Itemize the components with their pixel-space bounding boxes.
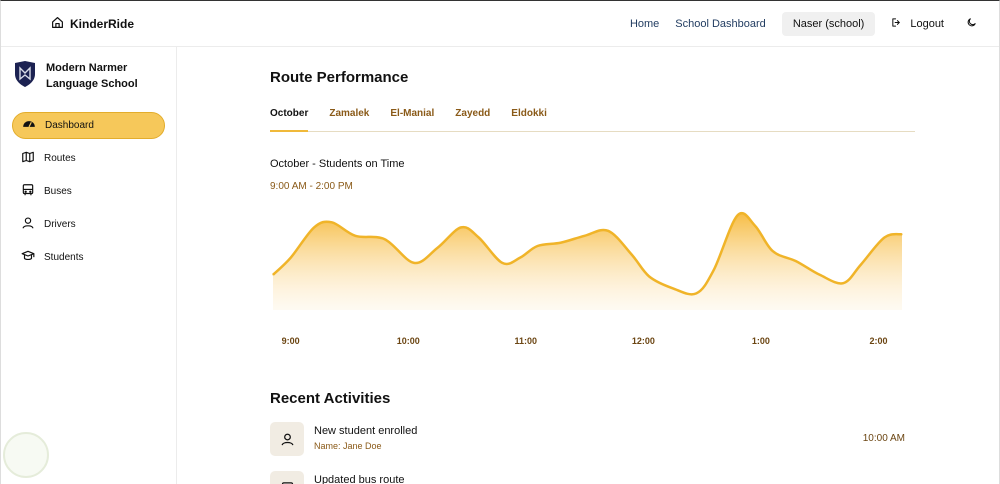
user-menu-button[interactable]: Naser (school) [781,12,876,36]
activity-item[interactable]: New student enrolled Name: Jane Doe 10:0… [270,422,905,458]
bus-icon [270,471,304,484]
brand[interactable]: KinderRide [51,16,134,32]
school-header: Modern Narmer Language School [14,60,156,92]
user-icon [21,216,35,233]
logout-icon [891,17,902,31]
nav-home-link[interactable]: Home [630,18,659,30]
chart-point [272,274,274,276]
chart-area-fill [273,213,902,310]
sidebar: Modern Narmer Language School Dashboard … [1,47,177,484]
sidebar-item-dashboard[interactable]: Dashboard [12,112,165,139]
moon-icon[interactable] [966,17,977,31]
sidebar-item-label: Routes [44,153,76,164]
top-navbar: KinderRide Home School Dashboard Naser (… [1,1,999,47]
school-name: Modern Narmer Language School [46,62,138,90]
chart-point [736,214,739,217]
sidebar-item-label: Buses [44,186,72,197]
chart-point [754,225,756,227]
nav-school-dashboard-link[interactable]: School Dashboard [675,18,766,30]
app-window: KinderRide Home School Dashboard Naser (… [0,0,1000,484]
chart-point [883,236,885,239]
route-tabs: October Zamalek El-Manial Zayedd Eldokki [270,107,915,132]
chart-x-tick-label: 1:00 [751,336,770,346]
chart-x-axis: 9:00 10:00 11:00 12:00 1:00 2:00 [270,336,905,350]
chart-point [860,264,862,266]
sidebar-item-buses[interactable]: Buses [12,178,165,205]
chart-point [290,257,292,259]
sidebar-item-drivers[interactable]: Drivers [12,211,165,238]
sidebar-item-label: Drivers [44,219,76,230]
logout-label: Logout [910,18,944,30]
tab-zamalek[interactable]: Zamalek [329,107,369,132]
activity-detail: Name: Jane Doe [314,441,382,451]
activity-item[interactable]: Updated bus route [270,471,905,484]
chart-x-tick-label: 2:00 [869,336,888,346]
chart-point [560,242,562,244]
activity-title: Updated bus route [314,474,405,484]
tab-zayedd[interactable]: Zayedd [455,107,490,132]
chart-point [313,226,315,228]
chart-point [478,236,480,239]
tab-october[interactable]: October [270,107,309,132]
home-icon [51,16,64,32]
activity-title: New student enrolled [314,425,418,437]
chart-point [436,247,439,249]
chart-point [648,275,650,278]
watermark-logo [3,432,49,478]
map-icon [21,150,35,167]
chart-point [795,260,797,262]
chart-subtitle: 9:00 AM - 2:00 PM [270,181,353,192]
graduation-cap-icon [21,249,35,266]
chart-point [901,233,903,235]
chart-point [819,274,821,276]
user-icon [270,422,304,456]
sidebar-item-routes[interactable]: Routes [12,145,165,172]
chart-point [501,262,503,264]
chart-x-tick-label: 11:00 [514,336,538,346]
dashboard-icon [22,117,36,134]
chart-point [630,253,633,256]
sidebar-item-students[interactable]: Students [12,244,165,271]
bus-icon [21,183,35,200]
tab-eldokki[interactable]: Eldokki [511,107,547,132]
chart-x-tick-label: 10:00 [396,336,420,346]
chart-x-tick-label: 12:00 [631,336,655,346]
activity-time: 10:00 AM [862,433,905,444]
brand-name: KinderRide [70,17,135,31]
chart-point [607,230,609,232]
chart-point [772,250,774,252]
logout-button[interactable]: Logout [891,17,944,31]
chart-x-tick-label: 9:00 [281,336,300,346]
chart-point [536,245,539,247]
chart-point [413,262,415,264]
chart-title: October - Students on Time [270,158,405,170]
page-title: Route Performance [270,69,409,86]
chart-point [354,235,356,237]
sidebar-item-label: Dashboard [45,120,94,131]
nav-links: Home School Dashboard Naser (school) Log… [630,12,977,36]
recent-activities-title: Recent Activities [270,390,391,407]
chart-point [519,257,521,259]
chart-point [713,269,715,271]
school-crest-icon [14,60,36,92]
chart-point [672,287,674,289]
chart-point [695,292,697,294]
chart-point [583,235,586,237]
chart-point [460,226,462,228]
tab-el-manial[interactable]: El-Manial [390,107,434,132]
sidebar-item-label: Students [44,252,84,263]
chart-point [384,238,386,240]
chart-point [842,282,844,284]
sidebar-menu: Dashboard Routes Buses Drivers Students [12,112,165,277]
chart-point [331,221,333,223]
